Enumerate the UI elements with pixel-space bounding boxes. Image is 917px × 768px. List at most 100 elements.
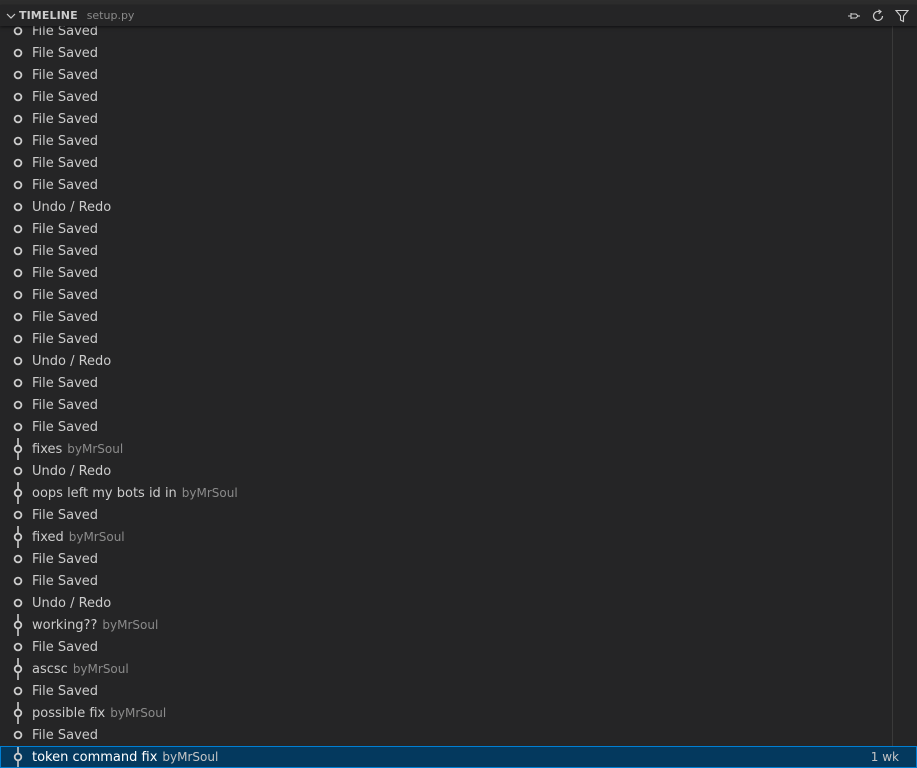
timeline-item-label: fixed — [32, 529, 64, 545]
timeline-item[interactable]: File Saved — [0, 680, 892, 702]
timeline-item[interactable]: fixes byMrSoul — [0, 438, 892, 460]
chevron-down-icon[interactable] — [3, 8, 19, 24]
circle-icon — [12, 372, 24, 394]
timeline-item[interactable]: File Saved — [0, 372, 892, 394]
timeline-item-label: File Saved — [32, 331, 99, 347]
timeline-item-label: Undo / Redo — [32, 463, 112, 479]
circle-icon — [12, 64, 24, 86]
circle-icon — [12, 196, 24, 218]
circle-icon — [12, 350, 24, 372]
timeline-panel: TIMELINE setup.py File Saved File Saved … — [0, 5, 917, 768]
timeline-item-label: ascsc — [32, 661, 68, 677]
timeline-item[interactable]: oops left my bots id in byMrSoul — [0, 482, 892, 504]
timeline-item-label: File Saved — [32, 67, 99, 83]
timeline-item[interactable]: File Saved — [0, 416, 892, 438]
timeline-item-label: File Saved — [32, 419, 99, 435]
timeline-item[interactable]: File Saved — [0, 504, 892, 526]
timeline-item-label: oops left my bots id in — [32, 485, 177, 501]
timeline-item[interactable]: File Saved — [0, 328, 892, 350]
timeline-item-label: File Saved — [32, 375, 99, 391]
git-commit-icon — [12, 658, 24, 680]
timeline-item-author: byMrSoul — [102, 618, 159, 632]
timeline-item-author: byMrSoul — [68, 530, 125, 544]
timeline-item-label: File Saved — [32, 45, 99, 61]
timeline-item-label: working?? — [32, 617, 98, 633]
timeline-item[interactable]: File Saved — [0, 284, 892, 306]
timeline-item[interactable]: File Saved — [0, 218, 892, 240]
circle-icon — [12, 680, 24, 702]
timeline-item[interactable]: File Saved — [0, 152, 892, 174]
timeline-item[interactable]: ascsc byMrSoul — [0, 658, 892, 680]
scrollbar-track[interactable] — [892, 26, 893, 746]
timeline-item[interactable]: File Saved — [0, 548, 892, 570]
timeline-item-label: File Saved — [32, 133, 99, 149]
git-commit-icon — [12, 438, 24, 460]
timeline-item[interactable]: File Saved — [0, 130, 892, 152]
timeline-item-author: byMrSoul — [67, 442, 124, 456]
timeline-item-label: File Saved — [32, 683, 99, 699]
timeline-item[interactable]: File Saved — [0, 306, 892, 328]
timeline-item[interactable]: File Saved — [0, 394, 892, 416]
panel-title: TIMELINE — [19, 9, 78, 22]
circle-icon — [12, 548, 24, 570]
circle-icon — [12, 724, 24, 746]
timeline-item-author: byMrSoul — [72, 662, 129, 676]
circle-icon — [12, 152, 24, 174]
circle-icon — [12, 592, 24, 614]
timeline-item-label: File Saved — [32, 243, 99, 259]
timeline-item-label: Undo / Redo — [32, 353, 112, 369]
git-commit-icon — [12, 614, 24, 636]
timeline-item-label: File Saved — [32, 89, 99, 105]
timeline-item[interactable]: fixed byMrSoul — [0, 526, 892, 548]
timeline-item-label: Undo / Redo — [32, 595, 112, 611]
circle-icon — [12, 570, 24, 592]
refresh-icon[interactable] — [869, 7, 887, 25]
timeline-item[interactable]: File Saved — [0, 64, 892, 86]
timeline-header[interactable]: TIMELINE setup.py — [0, 5, 917, 26]
timeline-item-label: File Saved — [32, 111, 99, 127]
timeline-item[interactable]: token command fix byMrSoul 1 wk — [0, 746, 917, 768]
timeline-item[interactable]: Undo / Redo — [0, 350, 892, 372]
timeline-item-author: byMrSoul — [110, 706, 167, 720]
timeline-item[interactable]: File Saved — [0, 570, 892, 592]
timeline-item-label: File Saved — [32, 287, 99, 303]
timeline-item[interactable]: Undo / Redo — [0, 196, 892, 218]
circle-icon — [12, 130, 24, 152]
timeline-item[interactable]: File Saved — [0, 174, 892, 196]
timeline-item[interactable]: Undo / Redo — [0, 460, 892, 482]
filter-icon[interactable] — [893, 7, 911, 25]
timeline-item-author: byMrSoul — [162, 750, 219, 764]
timeline-item[interactable]: File Saved — [0, 42, 892, 64]
circle-icon — [12, 86, 24, 108]
timeline-item-label: File Saved — [32, 177, 99, 193]
timeline-item-label: File Saved — [32, 221, 99, 237]
timeline-item-label: File Saved — [32, 727, 99, 743]
timeline-item[interactable]: File Saved — [0, 86, 892, 108]
timeline-list: File Saved File Saved File Saved File Saved… — [0, 20, 917, 768]
timeline-item[interactable]: possible fix byMrSoul — [0, 702, 892, 724]
circle-icon — [12, 306, 24, 328]
circle-icon — [12, 174, 24, 196]
git-commit-icon — [12, 482, 24, 504]
circle-icon — [12, 394, 24, 416]
timeline-item[interactable]: File Saved — [0, 636, 892, 658]
timeline-item[interactable]: File Saved — [0, 108, 892, 130]
timeline-item[interactable]: File Saved — [0, 262, 892, 284]
circle-icon — [12, 108, 24, 130]
timeline-item-label: possible fix — [32, 705, 106, 721]
pin-icon[interactable] — [845, 7, 863, 25]
timeline-item-label: fixes — [32, 441, 63, 457]
timeline-item[interactable]: File Saved — [0, 724, 892, 746]
circle-icon — [12, 328, 24, 350]
timeline-item[interactable]: working?? byMrSoul — [0, 614, 892, 636]
timeline-item-label: File Saved — [32, 573, 99, 589]
timeline-item-label: File Saved — [32, 155, 99, 171]
panel-file-name: setup.py — [86, 9, 135, 22]
git-commit-icon — [12, 526, 24, 548]
circle-icon — [12, 416, 24, 438]
timeline-item-label: File Saved — [32, 551, 99, 567]
timeline-item[interactable]: File Saved — [0, 240, 892, 262]
timeline-item-label: File Saved — [32, 397, 99, 413]
timeline-item[interactable]: Undo / Redo — [0, 592, 892, 614]
circle-icon — [12, 42, 24, 64]
